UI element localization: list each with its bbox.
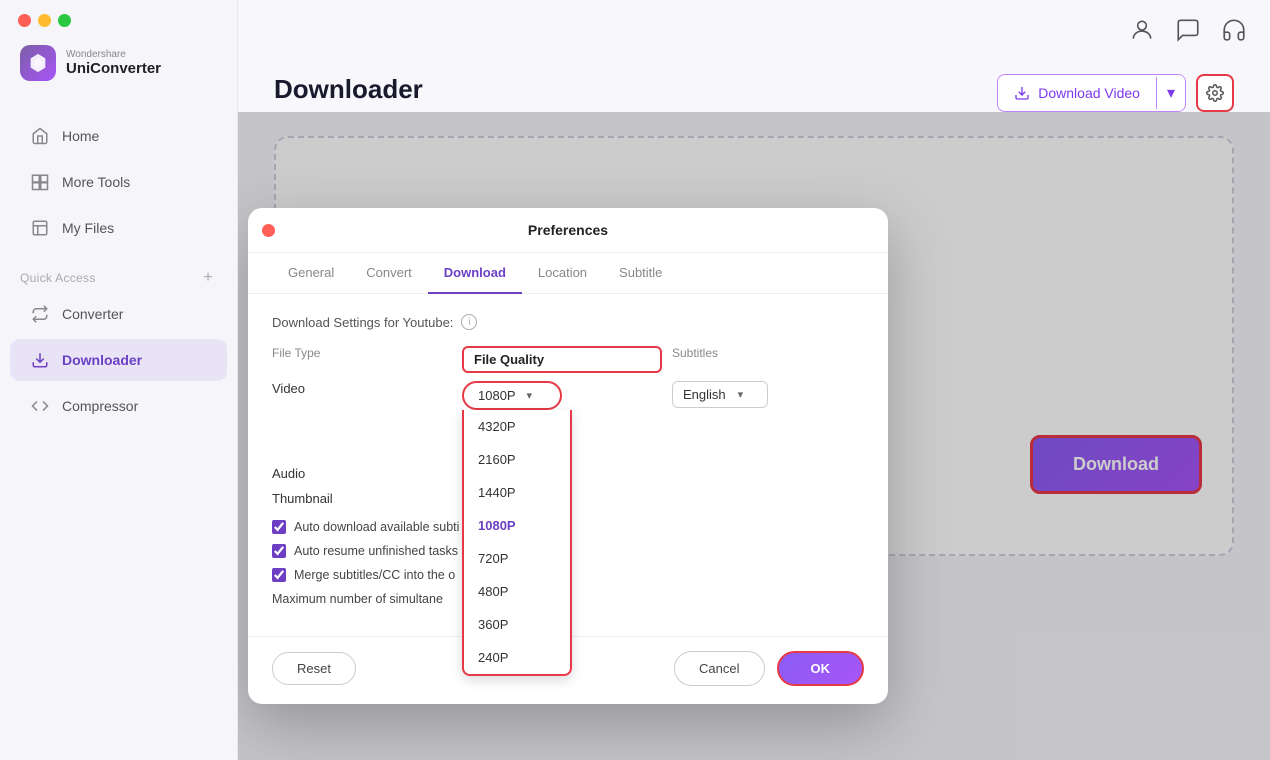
headset-icon[interactable] — [1218, 14, 1250, 46]
app-logo: Wondershare UniConverter — [0, 27, 237, 103]
quality-dropdown[interactable]: 1080P ▾ 4320P 2160P 1440P 1080P 720P 480… — [462, 381, 662, 410]
sidebar-item-converter[interactable]: Converter — [10, 293, 227, 335]
topbar-icons — [238, 0, 1270, 46]
video-type-label: Video — [272, 381, 452, 396]
download-video-main[interactable]: Download Video — [998, 77, 1157, 109]
main-header: Downloader Download Video ▾ — [238, 46, 1270, 112]
auto-subtitle-label: Auto download available subti — [294, 520, 459, 534]
audio-type-label: Audio — [272, 466, 452, 481]
files-icon — [30, 218, 50, 238]
tab-location[interactable]: Location — [522, 253, 603, 294]
max-simultaneous-label: Maximum number of simultane — [272, 592, 443, 606]
sidebar-item-compressor[interactable]: Compressor — [10, 385, 227, 427]
quick-access-add-btn[interactable]: + — [199, 269, 217, 287]
quick-access-label: Quick Access — [20, 271, 96, 285]
quality-option-480p[interactable]: 480P — [464, 575, 570, 608]
modal-close-btn[interactable] — [262, 224, 275, 237]
tab-subtitle[interactable]: Subtitle — [603, 253, 678, 294]
preferences-modal: Preferences General Convert Download Loc… — [248, 208, 888, 704]
header-actions: Download Video ▾ — [997, 74, 1234, 112]
quality-option-4320p[interactable]: 4320P — [464, 410, 570, 443]
download-video-btn[interactable]: Download Video ▾ — [997, 74, 1186, 112]
close-button[interactable] — [18, 14, 31, 27]
chat-icon[interactable] — [1172, 14, 1204, 46]
logo-name: UniConverter — [66, 60, 161, 77]
converter-icon — [30, 304, 50, 324]
maximize-button[interactable] — [58, 14, 71, 27]
page-title: Downloader — [274, 74, 423, 105]
column-headers: File Type File Quality Subtitles — [272, 346, 864, 373]
sidebar-item-my-files-label: My Files — [62, 220, 114, 236]
auto-resume-label: Auto resume unfinished tasks — [294, 544, 458, 558]
merge-subtitles-label: Merge subtitles/CC into the o — [294, 568, 455, 582]
modal-body: Download Settings for Youtube: i File Ty… — [248, 294, 888, 636]
avatar-icon[interactable] — [1126, 14, 1158, 46]
quality-option-1080p[interactable]: 1080P — [464, 509, 570, 542]
sidebar-item-converter-label: Converter — [62, 306, 123, 322]
quality-option-720p[interactable]: 720P — [464, 542, 570, 575]
sidebar-item-home-label: Home — [62, 128, 99, 144]
info-icon[interactable]: i — [461, 314, 477, 330]
sidebar-item-home[interactable]: Home — [10, 115, 227, 157]
quality-dropdown-arrow: ▾ — [526, 389, 532, 402]
sidebar-item-more-tools-label: More Tools — [62, 174, 130, 190]
ok-button[interactable]: OK — [777, 651, 865, 686]
subtitle-dropdown-container[interactable]: English ▾ — [672, 381, 864, 408]
thumbnail-type-label: Thumbnail — [272, 491, 452, 506]
download-video-label: Download Video — [1038, 85, 1140, 101]
col-file-type: File Type — [272, 346, 452, 373]
cancel-button[interactable]: Cancel — [674, 651, 764, 686]
tools-icon — [30, 172, 50, 192]
compressor-icon — [30, 396, 50, 416]
auto-resume-checkbox[interactable] — [272, 544, 286, 558]
quality-option-240p[interactable]: 240P — [464, 641, 570, 674]
minimize-button[interactable] — [38, 14, 51, 27]
subtitle-arrow: ▾ — [738, 388, 744, 401]
logo-svg — [27, 52, 49, 74]
quality-option-1440p[interactable]: 1440P — [464, 476, 570, 509]
window-controls — [0, 0, 237, 27]
col-subtitles: Subtitles — [672, 346, 864, 373]
quality-dropdown-list: 4320P 2160P 1440P 1080P 720P 480P 360P 2… — [462, 410, 572, 676]
subtitle-select-display[interactable]: English ▾ — [672, 381, 768, 408]
tab-general[interactable]: General — [272, 253, 350, 294]
reset-button[interactable]: Reset — [272, 652, 356, 685]
modal-tabs: General Convert Download Location Subtit… — [248, 253, 888, 294]
download-video-arrow[interactable]: ▾ — [1157, 75, 1185, 111]
sidebar-item-my-files[interactable]: My Files — [10, 207, 227, 249]
downloader-icon — [30, 350, 50, 370]
main-area: Downloader Download Video ▾ — [238, 0, 1270, 760]
quick-access-header: Quick Access + — [0, 259, 237, 291]
settings-button[interactable] — [1196, 74, 1234, 112]
modal-title: Preferences — [528, 222, 608, 238]
sidebar-nav: Home More Tools My Files Quick Access + — [0, 103, 237, 760]
tab-download[interactable]: Download — [428, 253, 522, 294]
video-row: Video 1080P ▾ 4320P 2160P 1440P — [272, 381, 864, 410]
sidebar-item-downloader[interactable]: Downloader — [10, 339, 227, 381]
sidebar-item-downloader-label: Downloader — [62, 352, 142, 368]
main-content: 75 ✕ Download eo, audio, or thumbnail fi… — [238, 112, 1270, 760]
col-file-quality: File Quality — [462, 346, 662, 373]
footer-right-btns: Cancel OK — [674, 651, 864, 686]
auto-subtitle-checkbox[interactable] — [272, 520, 286, 534]
sidebar-item-more-tools[interactable]: More Tools — [10, 161, 227, 203]
modal-overlay: Preferences General Convert Download Loc… — [238, 112, 1270, 760]
home-icon — [30, 126, 50, 146]
modal-titlebar: Preferences — [248, 208, 888, 253]
quality-select-display[interactable]: 1080P ▾ — [462, 381, 562, 410]
merge-subtitles-checkbox[interactable] — [272, 568, 286, 582]
section-title: Download Settings for Youtube: i — [272, 314, 864, 330]
quality-option-2160p[interactable]: 2160P — [464, 443, 570, 476]
tab-convert[interactable]: Convert — [350, 253, 428, 294]
quality-option-360p[interactable]: 360P — [464, 608, 570, 641]
logo-icon — [20, 45, 56, 81]
logo-text: Wondershare UniConverter — [66, 49, 161, 77]
sidebar-item-compressor-label: Compressor — [62, 398, 138, 414]
sidebar: Wondershare UniConverter Home More Tools — [0, 0, 238, 760]
logo-brand: Wondershare — [66, 49, 161, 60]
